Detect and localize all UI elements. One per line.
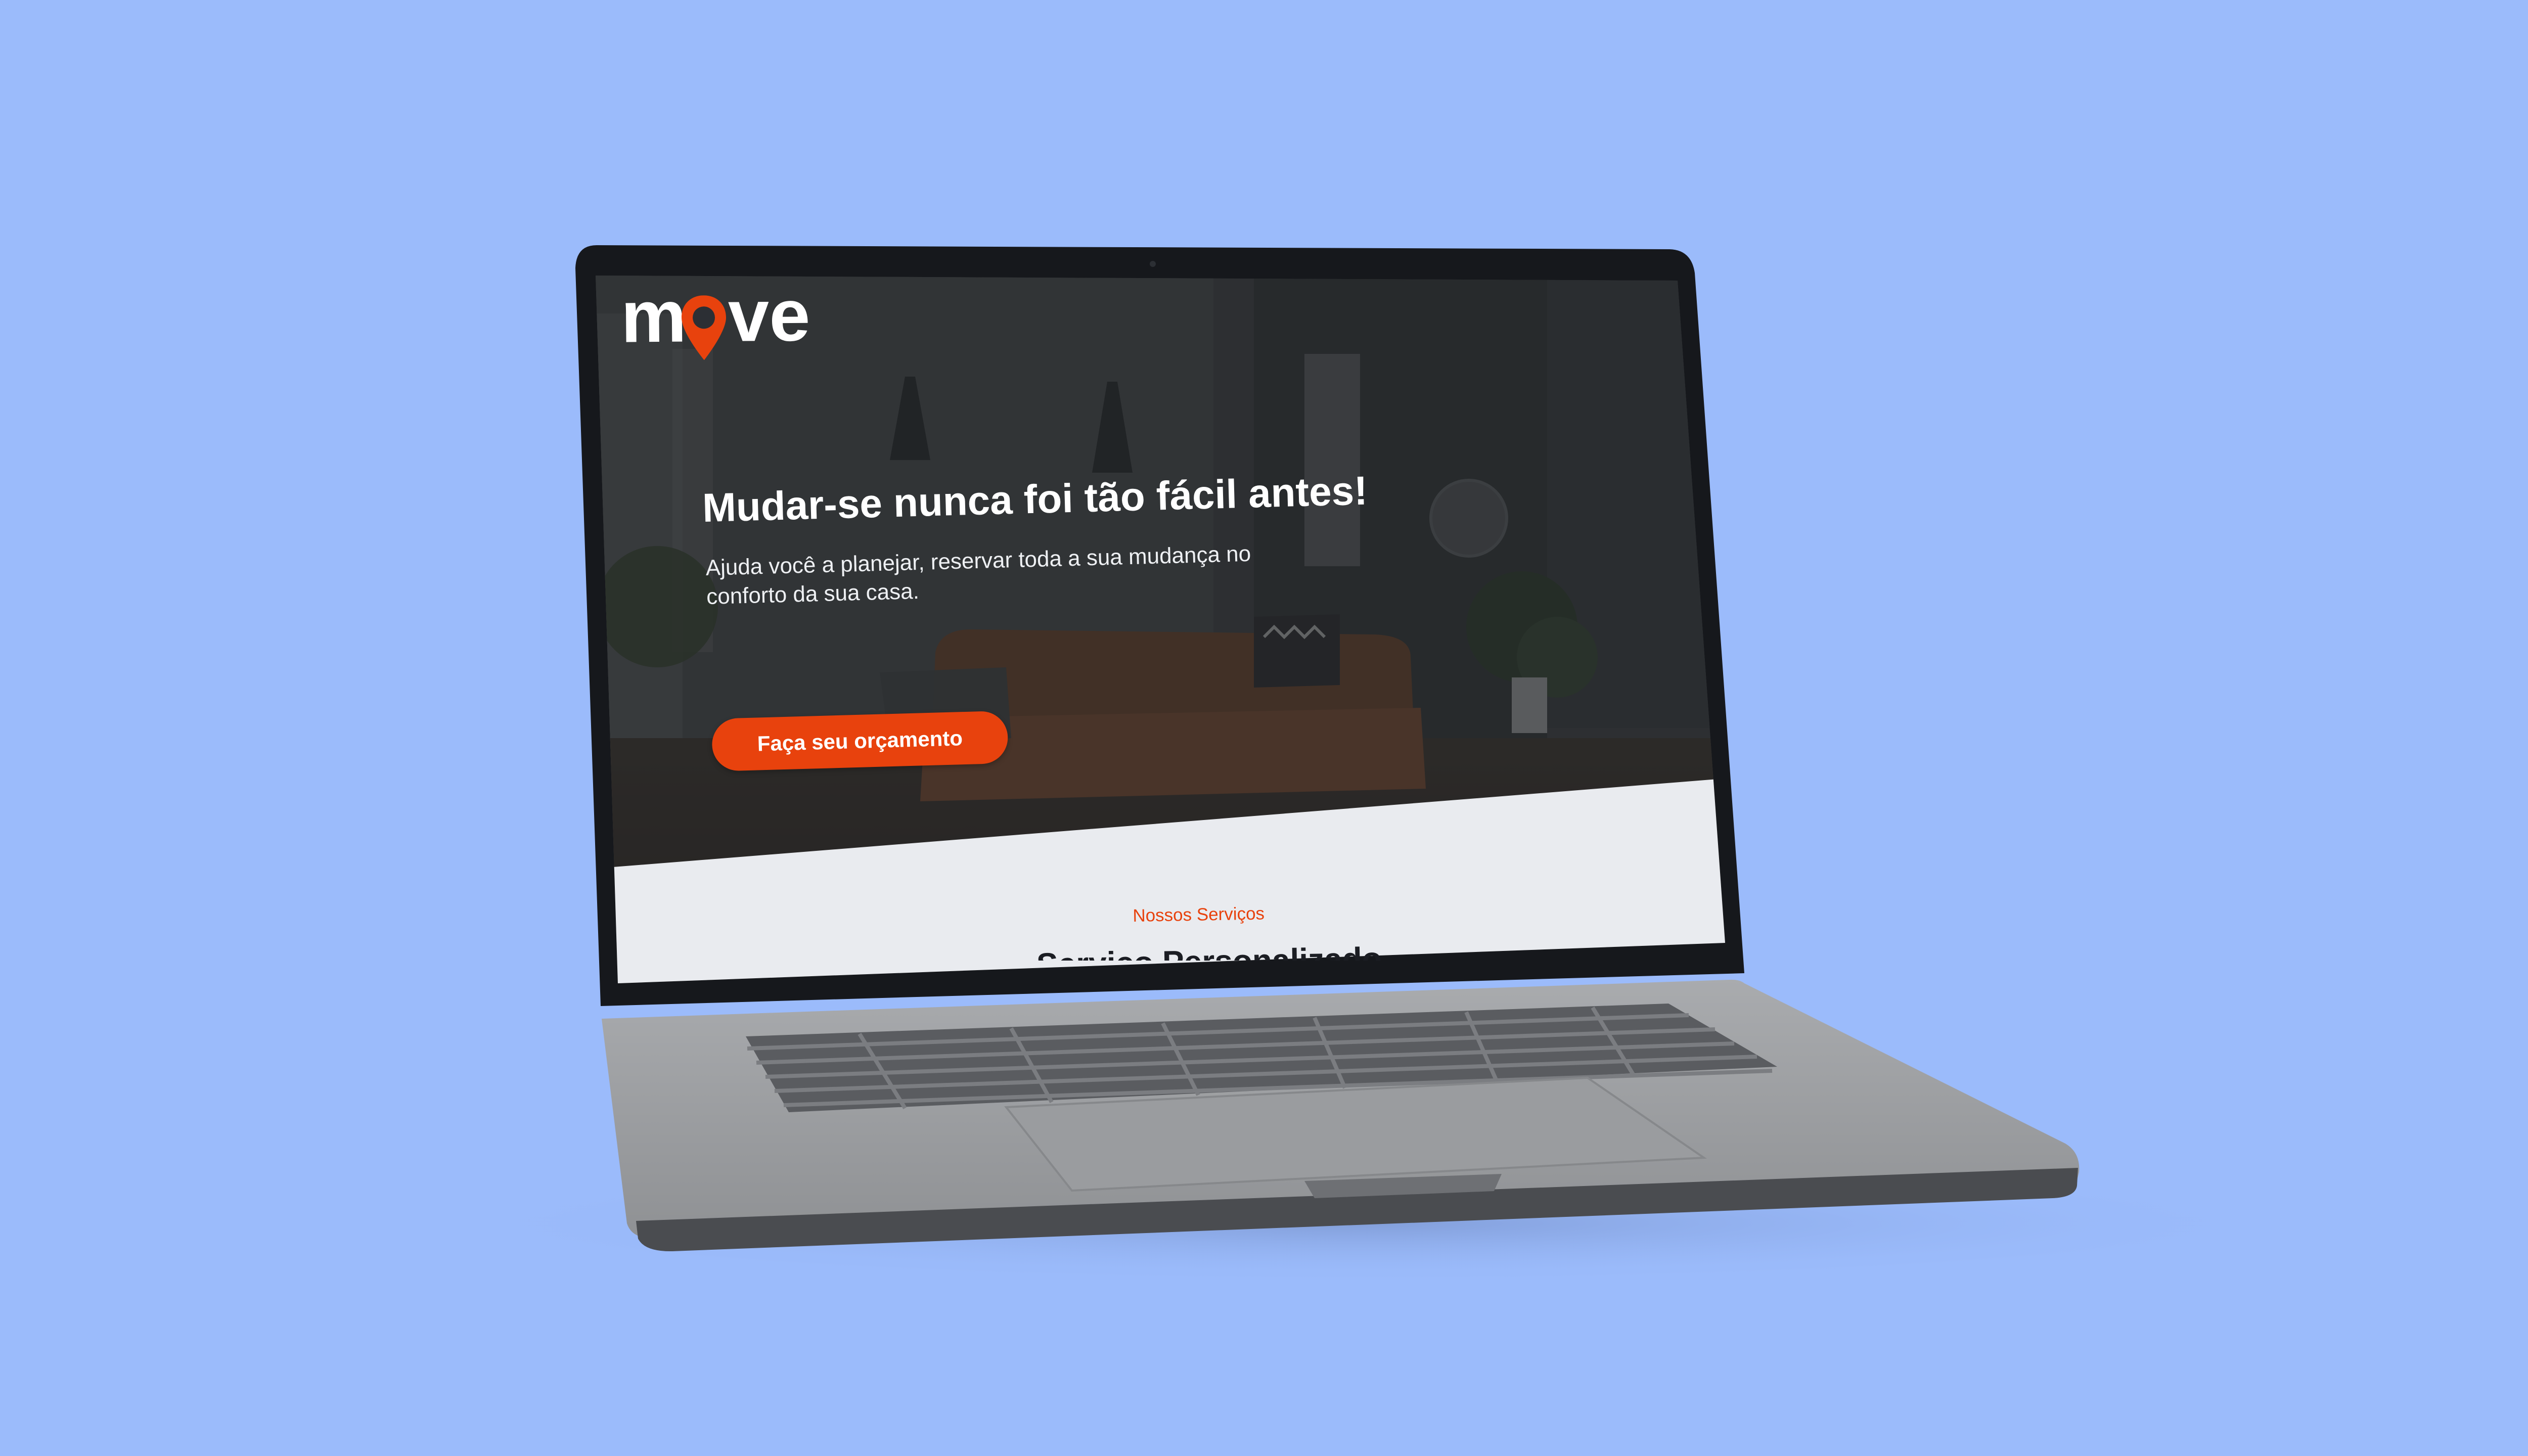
logo-letters-ve: ve xyxy=(728,274,811,357)
map-pin-icon xyxy=(682,295,727,360)
logo-letters-m: m xyxy=(620,275,687,358)
brand-logo[interactable]: m ve xyxy=(620,274,813,360)
hero-headline: Mudar-se nunca foi tão fácil antes! xyxy=(702,468,1368,530)
hero-subtitle: Ajuda você a planejar, reservar toda a s… xyxy=(705,541,1251,609)
quote-cta-button[interactable]: Faça seu orçamento xyxy=(711,710,1009,771)
services-title: Serviço Personalizado xyxy=(1036,938,1382,961)
website-hero: m ve Mudar-se nunca foi tão fácil antes!… xyxy=(0,0,2528,1456)
services-title-clip: Serviço Personalizado xyxy=(602,920,1734,961)
